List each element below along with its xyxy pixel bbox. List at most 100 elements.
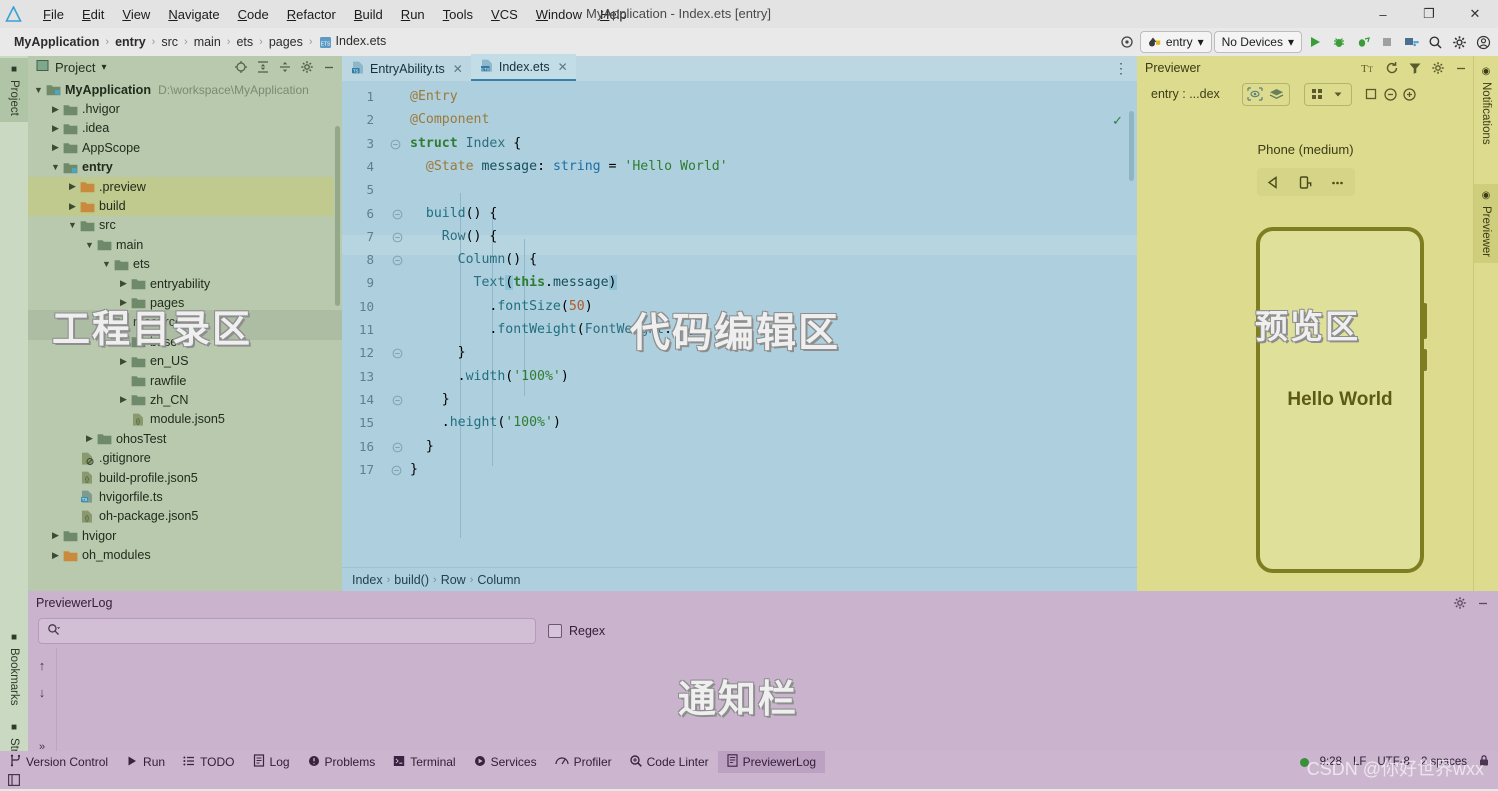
tree-node[interactable]: ▶oh_modules [28,545,334,564]
chevron-down-icon[interactable]: ▼ [49,162,62,172]
account-icon[interactable] [1472,31,1494,53]
code-fold-marker[interactable] [391,465,403,477]
layers-icon[interactable] [1267,85,1286,104]
left-tab-bookmarks[interactable]: ■Bookmarks [0,626,28,712]
device-preview-frame[interactable]: Hello World [1256,227,1424,573]
chevron-right-icon[interactable]: ▶ [49,530,62,541]
breadcrumb-item-pages[interactable]: pages [265,34,307,50]
chevron-right-icon[interactable]: ▶ [117,394,130,405]
chevron-right-icon[interactable]: ▶ [117,356,130,367]
menu-item-file[interactable]: File [34,4,73,25]
tree-node[interactable]: {}build-profile.json5 [28,468,334,487]
right-tab-previewer[interactable]: ◉Previewer [1474,184,1498,263]
font-size-icon[interactable]: TT [1359,59,1378,78]
caret-position[interactable]: 9:28 [1320,756,1342,768]
maximize-button[interactable]: ❐ [1406,0,1452,28]
search-icon[interactable] [1424,31,1446,53]
minimize-icon[interactable] [319,58,338,77]
code-line[interactable]: Column() { [410,252,537,267]
gear-icon[interactable] [1448,31,1470,53]
code-line[interactable]: } [410,392,450,407]
chevron-right-icon[interactable]: ▶ [83,433,96,444]
status-tool-profiler[interactable]: Profiler [546,751,621,773]
file-encoding[interactable]: UTF-8 [1377,756,1410,768]
code-line[interactable]: .width('100%') [410,369,569,384]
tree-node[interactable]: ▶.preview [28,177,334,196]
breadcrumb-item-myapplication[interactable]: MyApplication [10,34,103,50]
menu-item-navigate[interactable]: Navigate [159,4,228,25]
menu-item-view[interactable]: View [113,4,159,25]
refresh-icon[interactable] [1382,59,1401,78]
minimize-button[interactable]: – [1360,0,1406,28]
editor-breadcrumb-item[interactable]: Index [352,573,383,587]
chevron-down-icon[interactable]: ▼ [100,317,113,327]
tree-node[interactable]: ▶base [28,332,334,351]
log-output-area[interactable]: ↑ ↓ » [28,648,1498,751]
tree-node[interactable]: ▶hvigor [28,526,334,545]
breadcrumb-item-main[interactable]: main [190,34,225,50]
gear-icon[interactable] [297,58,316,77]
menu-item-code[interactable]: Code [229,4,278,25]
chevron-right-icon[interactable]: ▶ [117,297,130,308]
code-fold-marker[interactable] [392,442,404,454]
locate-icon[interactable] [231,58,250,77]
line-separator[interactable]: LF [1353,756,1366,768]
gear-icon[interactable] [1428,59,1447,78]
fit-icon[interactable] [1362,85,1381,104]
regex-checkbox-wrapper[interactable]: Regex [548,624,605,638]
zoom-out-icon[interactable] [1381,85,1400,104]
editor-tab-index-ets[interactable]: ETSIndex.ets✕ [471,54,576,81]
zoom-in-icon[interactable] [1400,85,1419,104]
tree-node[interactable]: ▼main [28,235,334,254]
inspector-icon[interactable] [1246,85,1265,104]
code-line[interactable]: } [410,462,418,477]
close-icon[interactable]: ✕ [558,60,568,74]
chevron-down-icon[interactable]: ▼ [100,259,113,269]
debug-button[interactable] [1328,31,1350,53]
chevron-right-icon[interactable]: ▶ [117,336,130,347]
indent-setting[interactable]: 2 spaces [1421,756,1467,768]
device-manager-icon[interactable] [1400,31,1422,53]
code-line[interactable]: @Component [410,112,489,127]
status-tool-version-control[interactable]: Version Control [0,751,117,773]
breadcrumb-item-ets[interactable]: ets [232,34,257,50]
status-tool-log[interactable]: Log [244,751,299,773]
chevron-down-icon[interactable] [1329,85,1348,104]
status-tool-services[interactable]: Services [465,751,546,773]
tree-node[interactable]: {}module.json5 [28,410,334,429]
menu-item-edit[interactable]: Edit [73,4,113,25]
regex-checkbox[interactable] [548,624,562,638]
menu-item-refactor[interactable]: Refactor [278,4,345,25]
profile-run-button[interactable] [1352,31,1374,53]
close-button[interactable]: ✕ [1452,0,1498,28]
status-tool-todo[interactable]: TODO [174,751,243,773]
tree-node[interactable]: ▼entry [28,158,334,177]
tree-node[interactable]: ▶AppScope [28,138,334,157]
tree-node[interactable]: ▶en_US [28,351,334,370]
menu-item-vcs[interactable]: VCS [482,4,527,25]
left-tab-project[interactable]: ■Project [0,58,28,122]
tree-node[interactable]: ▼MyApplicationD:\workspace\MyApplication [28,80,334,99]
arrow-up-icon[interactable]: ↑ [39,658,46,673]
project-scrollbar[interactable] [335,126,340,306]
tree-node[interactable]: ▼ets [28,255,334,274]
code-fold-marker[interactable] [392,232,404,244]
status-tool-previewerlog[interactable]: PreviewerLog [718,751,825,773]
chevron-right-icon[interactable]: ▶ [117,278,130,289]
close-icon[interactable]: ✕ [453,62,463,76]
tree-node[interactable]: {}oh-package.json5 [28,507,334,526]
arrow-down-icon[interactable]: ↓ [39,685,46,700]
chevron-right-icon[interactable]: ▶ [49,123,62,134]
code-line[interactable]: Row() { [410,229,497,244]
chevron-down-icon[interactable]: ▼ [66,220,79,230]
code-line[interactable]: @Entry [410,89,458,104]
code-line[interactable]: build() { [410,206,497,221]
more-icon[interactable] [1323,170,1353,194]
chevron-right-icon[interactable]: ▶ [49,104,62,115]
rotate-back-icon[interactable] [1259,170,1289,194]
code-line[interactable]: } [410,345,466,360]
breadcrumb-item-index-ets[interactable]: ETSIndex.ets [315,33,391,51]
code-fold-marker[interactable] [392,395,404,407]
chevron-down-icon[interactable]: ▼ [32,85,45,95]
editor-tabs-overflow-icon[interactable]: ⋮ [1114,60,1129,77]
